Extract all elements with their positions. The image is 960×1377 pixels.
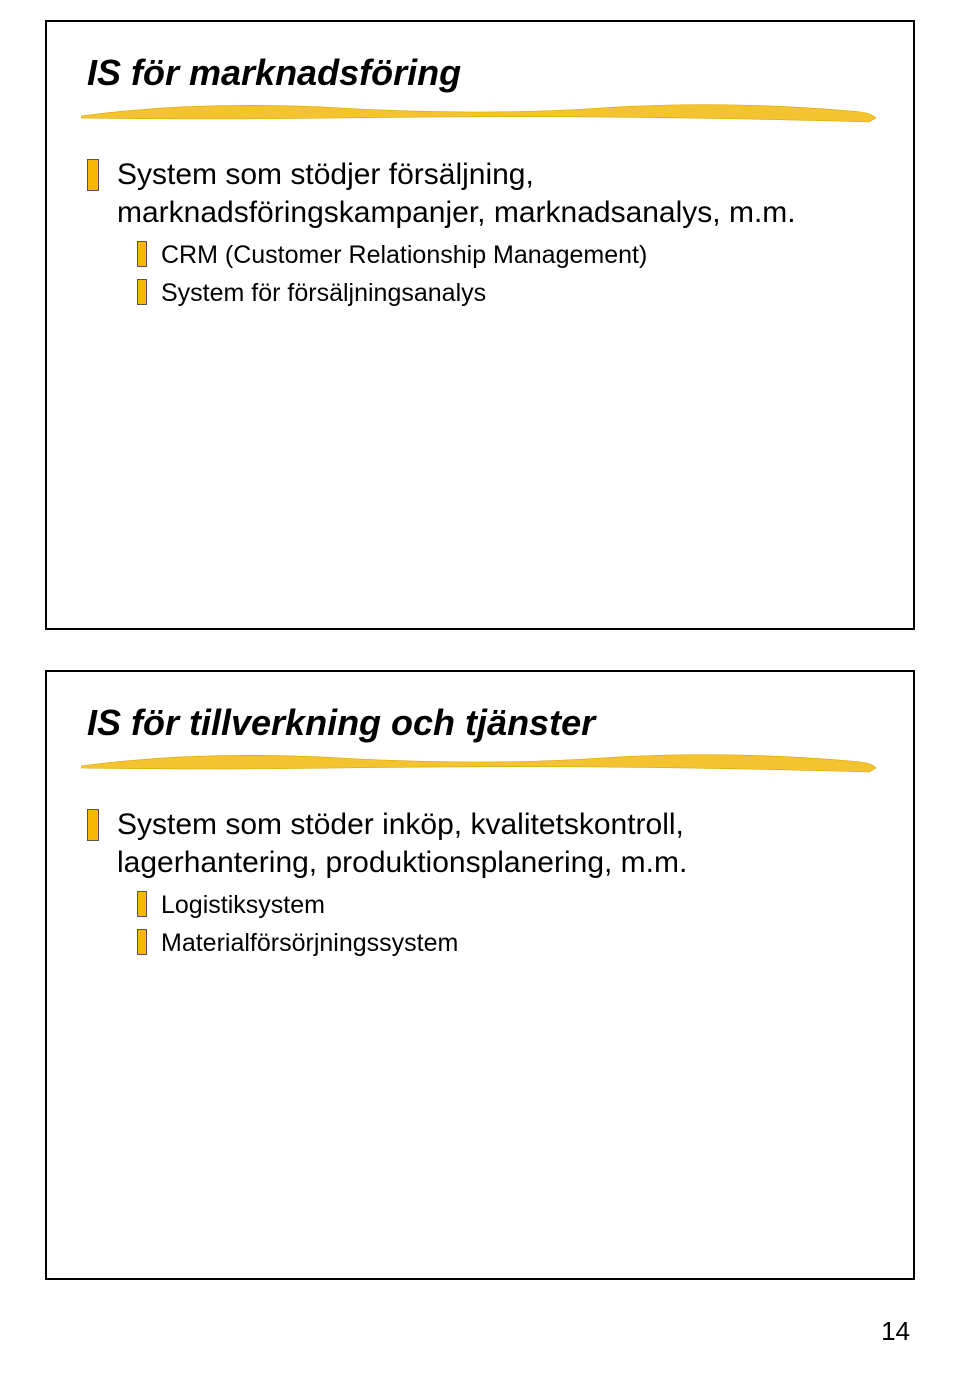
bullet-bar-icon — [137, 891, 147, 917]
bullet-text: Materialförsörjningssystem — [161, 927, 458, 959]
bullet-level1: System som stödjer försäljning, marknads… — [87, 156, 873, 233]
page-number: 14 — [881, 1316, 910, 1347]
bullet-level2: Materialförsörjningssystem — [87, 927, 873, 959]
bullet-text: System för försäljningsanalys — [161, 277, 486, 309]
slide-title: IS för tillverkning och tjänster — [87, 702, 873, 744]
slide-2: IS för tillverkning och tjänster System … — [45, 670, 915, 1280]
bullet-bar-icon — [87, 809, 99, 841]
slide-title: IS för marknadsföring — [87, 52, 873, 94]
bullet-text: Logistiksystem — [161, 889, 325, 921]
bullet-text: CRM (Customer Relationship Management) — [161, 239, 647, 271]
bullet-level1: System som stöder inköp, kvalitetskontro… — [87, 806, 873, 883]
slide-1: IS för marknadsföring System som stödjer… — [45, 20, 915, 630]
bullet-bar-icon — [137, 279, 147, 305]
bullet-text: System som stöder inköp, kvalitetskontro… — [117, 806, 873, 883]
bullet-bar-icon — [137, 241, 147, 267]
title-underline — [87, 748, 873, 776]
title-underline — [87, 98, 873, 126]
bullet-bar-icon — [87, 159, 99, 191]
bullet-bar-icon — [137, 929, 147, 955]
bullet-level2: System för försäljningsanalys — [87, 277, 873, 309]
bullet-level2: Logistiksystem — [87, 889, 873, 921]
bullet-level2: CRM (Customer Relationship Management) — [87, 239, 873, 271]
bullet-text: System som stödjer försäljning, marknads… — [117, 156, 873, 233]
